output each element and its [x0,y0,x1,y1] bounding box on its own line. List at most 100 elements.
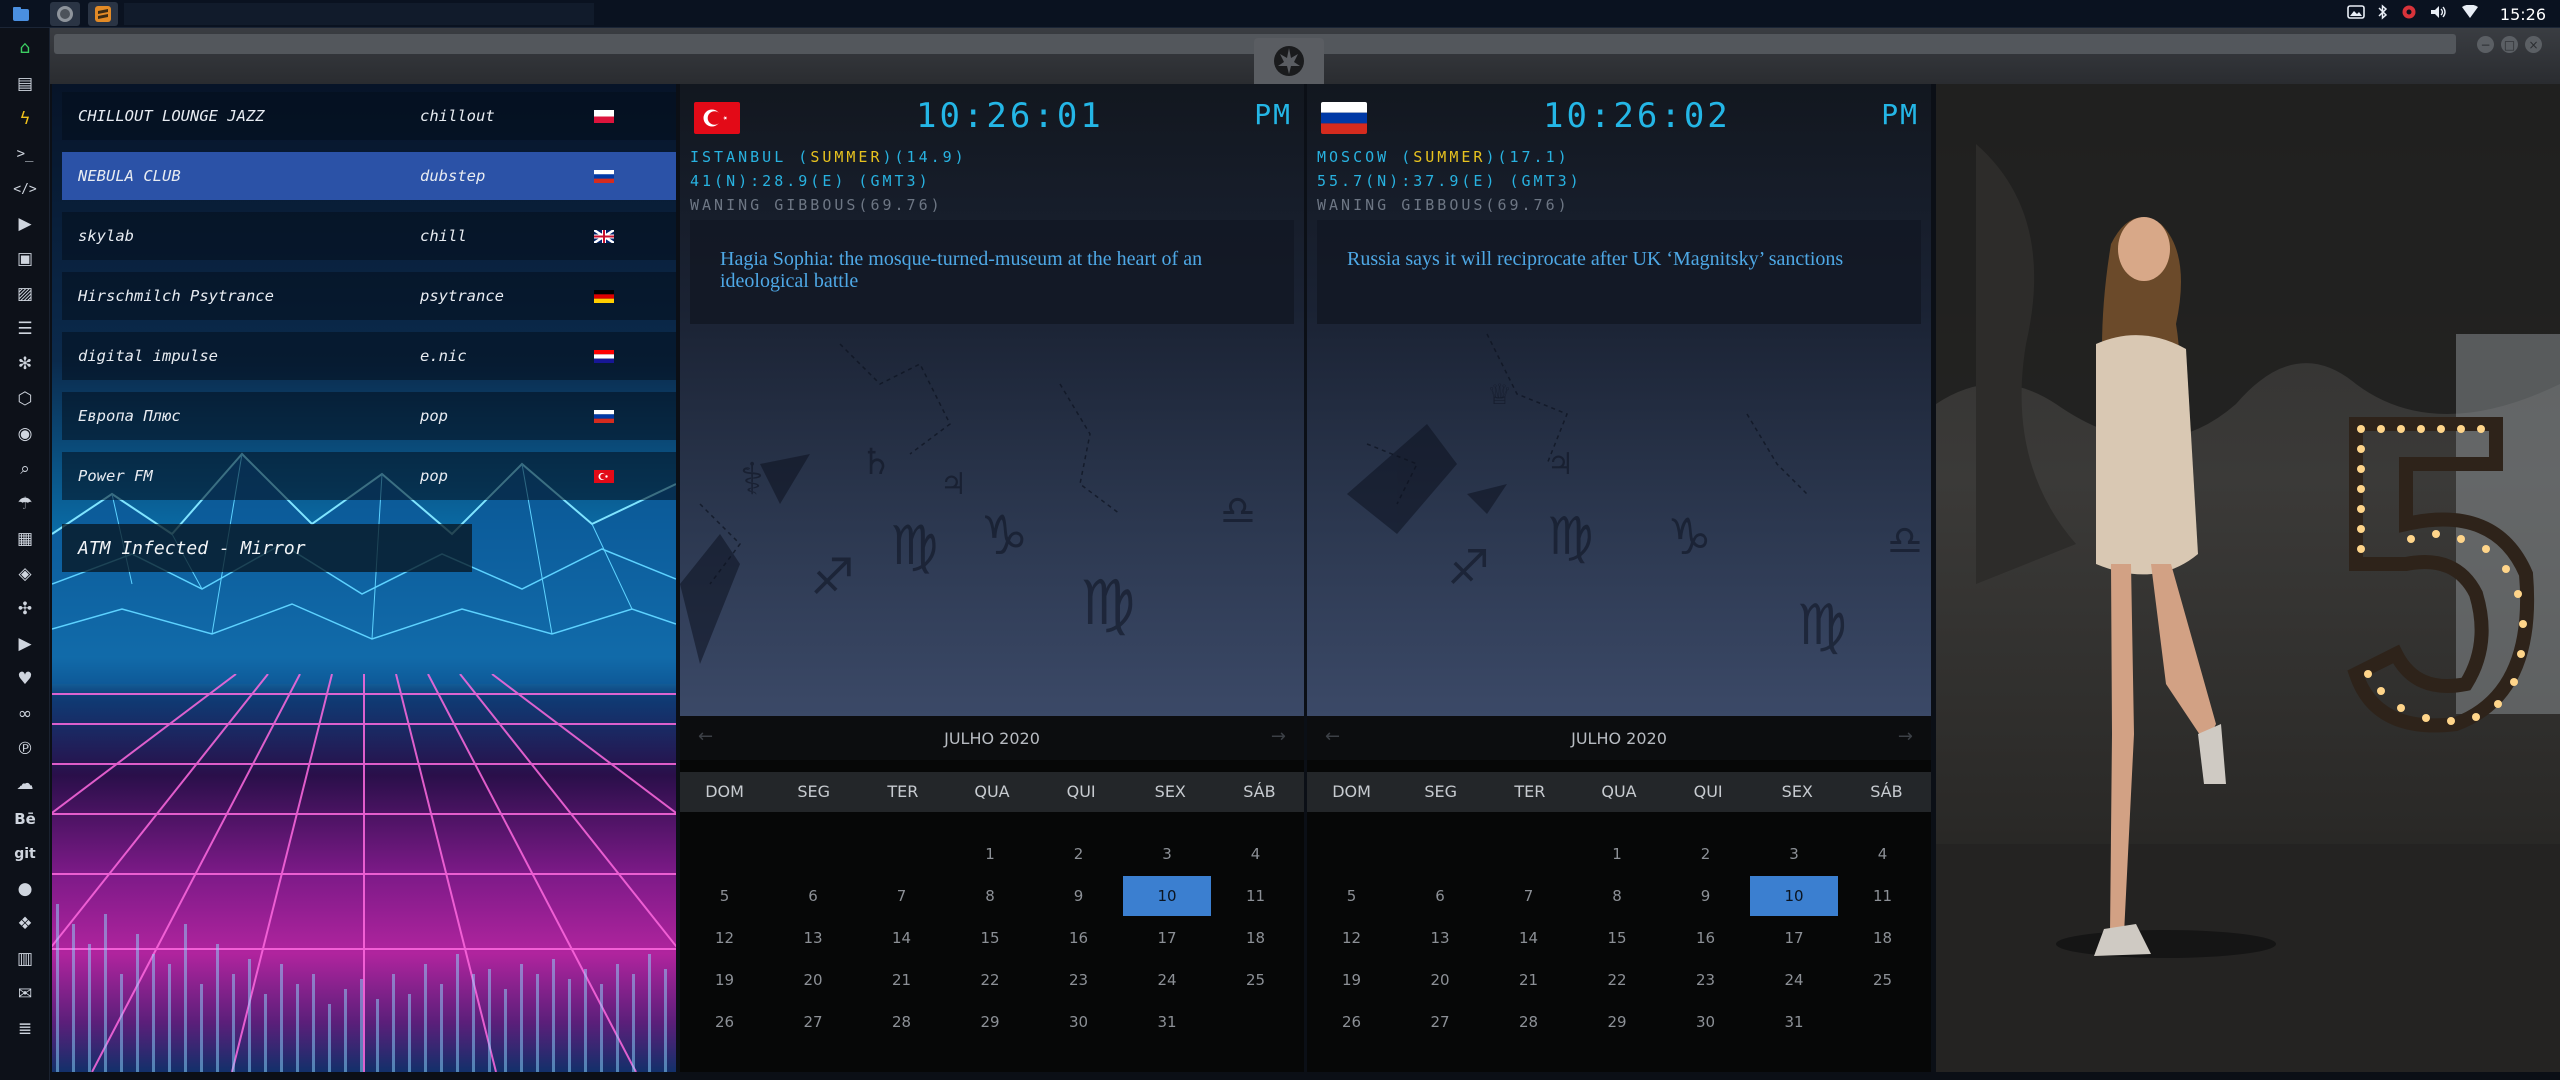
calendar-day[interactable]: 19 [681,960,769,1000]
infinity-icon[interactable]: ∞ [0,698,50,730]
calendar-day[interactable]: 14 [858,918,946,958]
calendar-day[interactable]: 25 [1839,960,1927,1000]
calendar-day[interactable]: 17 [1123,918,1211,958]
search-icon[interactable]: ⌕ [0,453,50,485]
calendar-day[interactable]: 13 [1396,918,1484,958]
news-headline[interactable]: Hagia Sophia: the mosque-turned-museum a… [690,220,1294,324]
calendar-day[interactable]: 7 [1485,876,1573,916]
calendar-day[interactable]: 24 [1750,960,1838,1000]
code-icon[interactable]: </> [0,173,50,205]
calendar-day[interactable]: 29 [946,1002,1034,1042]
calendar-day[interactable]: 25 [1212,960,1300,1000]
news-headline[interactable]: Russia says it will reciprocate after UK… [1317,220,1921,324]
rebel-alliance-icon[interactable] [1254,38,1324,84]
wifi-icon[interactable] [2461,4,2479,23]
calendar-day[interactable]: 8 [1573,876,1661,916]
calendar-day[interactable]: 19 [1308,960,1396,1000]
calendar-day[interactable]: 2 [1662,834,1750,874]
calendar-day[interactable]: 16 [1662,918,1750,958]
calendar-next-icon[interactable]: → [1898,726,1913,747]
bolt-icon[interactable]: ϟ [0,103,50,135]
calendar-day[interactable]: 31 [1750,1002,1838,1042]
calendar-day[interactable]: 3 [1123,834,1211,874]
calendar-day[interactable]: 26 [681,1002,769,1042]
calendar-day[interactable]: 20 [769,960,857,1000]
calendar-day[interactable]: 1 [1573,834,1661,874]
files-app-icon[interactable] [6,2,36,26]
calendar-day[interactable]: 20 [1396,960,1484,1000]
dropbox-icon[interactable]: ❖ [0,908,50,940]
calendar-day[interactable]: 26 [1308,1002,1396,1042]
calendar-day[interactable]: 22 [1573,960,1661,1000]
calendar-day[interactable]: 23 [1662,960,1750,1000]
behance-icon[interactable]: Bē [0,803,50,835]
minimize-icon[interactable]: − [2477,36,2494,53]
image-icon[interactable]: ▨ [0,278,50,310]
document-icon[interactable]: ▤ [0,68,50,100]
calendar-prev-icon[interactable]: ← [698,726,713,747]
calendar-day[interactable]: 18 [1839,918,1927,958]
calendar-day[interactable]: 29 [1573,1002,1661,1042]
globe-icon[interactable]: ◉ [0,418,50,450]
station-row[interactable]: CHILLOUT LOUNGE JAZZ chillout [62,92,676,140]
calendar-day[interactable]: 6 [769,876,857,916]
map-icon[interactable]: ▥ [0,943,50,975]
calendar-next-icon[interactable]: → [1271,726,1286,747]
calendar-day[interactable]: 21 [1485,960,1573,1000]
station-row-active[interactable]: NEBULA CLUB dubstep [62,152,676,200]
calendar-prev-icon[interactable]: ← [1325,726,1340,747]
calendar-day[interactable]: 3 [1750,834,1838,874]
station-row[interactable]: Hirschmilch Psytrance psytrance [62,272,676,320]
terminal-icon[interactable]: >_ [0,138,50,170]
station-row[interactable]: Европа Плюс pop [62,392,676,440]
station-row[interactable]: digital impulse e.nic [62,332,676,380]
calendar-day[interactable]: 15 [1573,918,1661,958]
tag-icon[interactable]: ◈ [0,558,50,590]
calendar-day[interactable]: 27 [1396,1002,1484,1042]
sublime-app-icon[interactable] [88,2,118,26]
calendar-day[interactable]: 28 [1485,1002,1573,1042]
gear-red-icon[interactable] [2401,4,2417,24]
calendar-day[interactable]: 5 [681,876,769,916]
calendar-day[interactable]: 4 [1212,834,1300,874]
volume-icon[interactable] [2430,4,2448,24]
calendar-day[interactable]: 1 [946,834,1034,874]
calendar-day[interactable]: 21 [858,960,946,1000]
calendar-day-selected[interactable]: 10 [1123,876,1211,916]
calendar-day[interactable]: 5 [1308,876,1396,916]
calendar-day[interactable]: 23 [1035,960,1123,1000]
play-circle-icon[interactable]: ▶ [0,208,50,240]
calendar-day[interactable]: 18 [1212,918,1300,958]
maximize-icon[interactable]: □ [2501,36,2518,53]
calendar-day[interactable]: 9 [1662,876,1750,916]
calendar-day[interactable]: 16 [1035,918,1123,958]
cloud-icon[interactable]: ☁ [0,768,50,800]
git-icon[interactable]: git [0,838,50,870]
calendar-day[interactable]: 6 [1396,876,1484,916]
pinterest-icon[interactable]: ℗ [0,733,50,765]
youtube-icon[interactable]: ▶ [0,628,50,660]
calendar-day[interactable]: 8 [946,876,1034,916]
mail-icon[interactable]: ✉ [0,978,50,1010]
calendar-day[interactable]: 7 [858,876,946,916]
calendar-day[interactable]: 2 [1035,834,1123,874]
calendar-day[interactable]: 12 [1308,918,1396,958]
media-icon[interactable]: ▣ [0,243,50,275]
calendar-day[interactable]: 17 [1750,918,1838,958]
calendar-day[interactable]: 9 [1035,876,1123,916]
station-row[interactable]: Power FM pop [62,452,676,500]
hexagon-icon[interactable]: ⬡ [0,383,50,415]
calendar-day[interactable]: 14 [1485,918,1573,958]
calendar-day-selected[interactable]: 10 [1750,876,1838,916]
heart-icon[interactable]: ♥ [0,663,50,695]
calendar-day[interactable]: 24 [1123,960,1211,1000]
umbrella-icon[interactable]: ☂ [0,488,50,520]
clock[interactable]: 15:26 [2500,5,2546,24]
calendar-day[interactable]: 11 [1839,876,1927,916]
obs-app-icon[interactable] [50,2,80,26]
calendar-day[interactable]: 30 [1662,1002,1750,1042]
calendar-day[interactable]: 13 [769,918,857,958]
github-icon[interactable]: ● [0,873,50,905]
image-icon[interactable] [2347,5,2365,23]
server-icon[interactable]: ≣ [0,1013,50,1045]
